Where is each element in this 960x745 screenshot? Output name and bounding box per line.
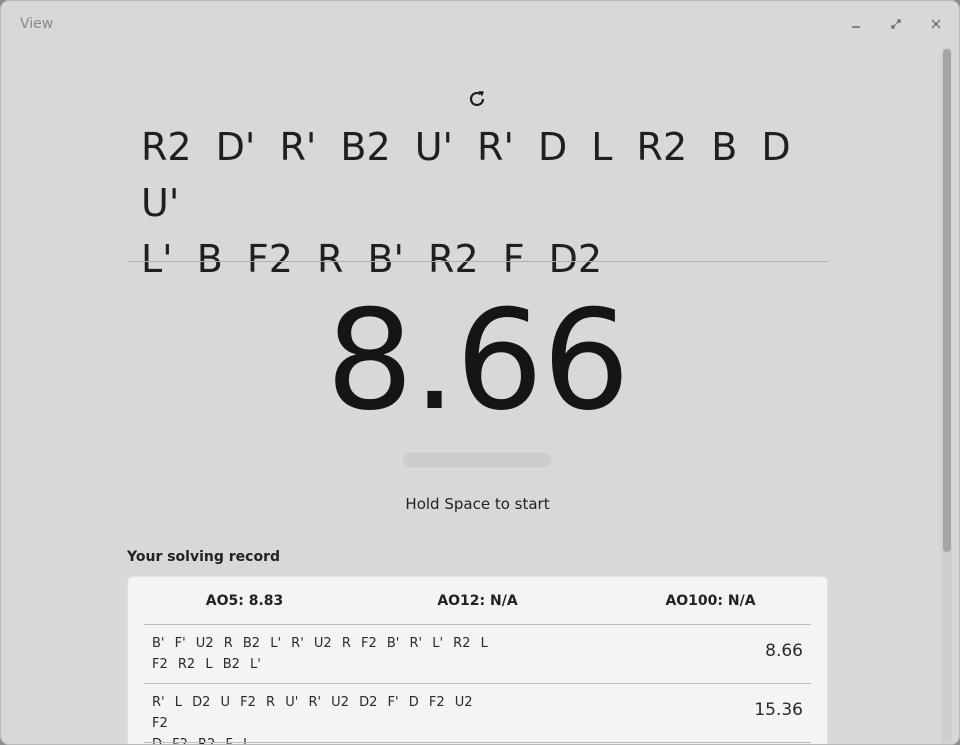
scrollbar[interactable] <box>941 47 952 744</box>
solve-scramble-line-2: D F2 R2 F L <box>152 737 251 745</box>
ao100-stat: AO100: N/A <box>665 593 756 609</box>
refresh-scramble-button[interactable] <box>465 87 489 111</box>
start-hint: Hold Space to start <box>405 495 550 513</box>
maximize-icon <box>891 19 901 29</box>
row-separator <box>144 742 811 743</box>
solve-scramble-line-1: B' F' U2 R B2 L' R' U2 R F2 B' R' L' R2 … <box>152 636 488 651</box>
solve-scramble: R' L D2 U F2 R U' R' U2 D2 F' D F2 U2 F2… <box>152 692 492 745</box>
hold-progress-bar <box>403 453 551 467</box>
record-card: AO5: 8.83 AO12: N/A AO100: N/A B' F' U2 … <box>127 576 828 745</box>
close-icon <box>931 19 941 29</box>
solve-scramble: B' F' U2 R B2 L' R' U2 R F2 B' R' L' R2 … <box>152 633 492 675</box>
scramble-line-2: L' B F2 R B' R2 F D2 <box>141 237 603 281</box>
timer-display: 8.66 <box>325 280 630 441</box>
window-title: View <box>20 16 54 32</box>
maximize-button[interactable] <box>887 15 905 33</box>
solve-row[interactable]: R' L D2 U F2 R U' R' U2 D2 F' D F2 U2 F2… <box>144 684 811 745</box>
scramble-line-1: R2 D' R' B2 U' R' D L R2 B D U' <box>141 125 791 225</box>
divider <box>127 261 828 262</box>
solve-time: 15.36 <box>754 700 803 720</box>
stats-row: AO5: 8.83 AO12: N/A AO100: N/A <box>128 577 827 625</box>
refresh-icon <box>469 91 485 107</box>
close-button[interactable] <box>927 15 945 33</box>
ao5-stat: AO5: 8.83 <box>205 593 284 609</box>
minimize-button[interactable] <box>847 15 865 33</box>
record-heading: Your solving record <box>127 549 280 565</box>
scrollbar-thumb[interactable] <box>943 49 951 552</box>
app-window: View R2 D' R' B2 U' R' D L R2 B D U' L' … <box>0 0 960 745</box>
solve-scramble-line-2: F2 R2 L B2 L' <box>152 657 261 672</box>
solve-time: 8.66 <box>765 641 803 661</box>
ao12-stat: AO12: N/A <box>437 593 518 609</box>
title-bar: View <box>1 1 959 47</box>
solve-scramble-line-1: R' L D2 U F2 R U' R' U2 D2 F' D F2 U2 F2 <box>152 695 473 731</box>
solve-row[interactable]: B' F' U2 R B2 L' R' U2 R F2 B' R' L' R2 … <box>144 625 811 683</box>
minimize-icon <box>852 26 860 28</box>
